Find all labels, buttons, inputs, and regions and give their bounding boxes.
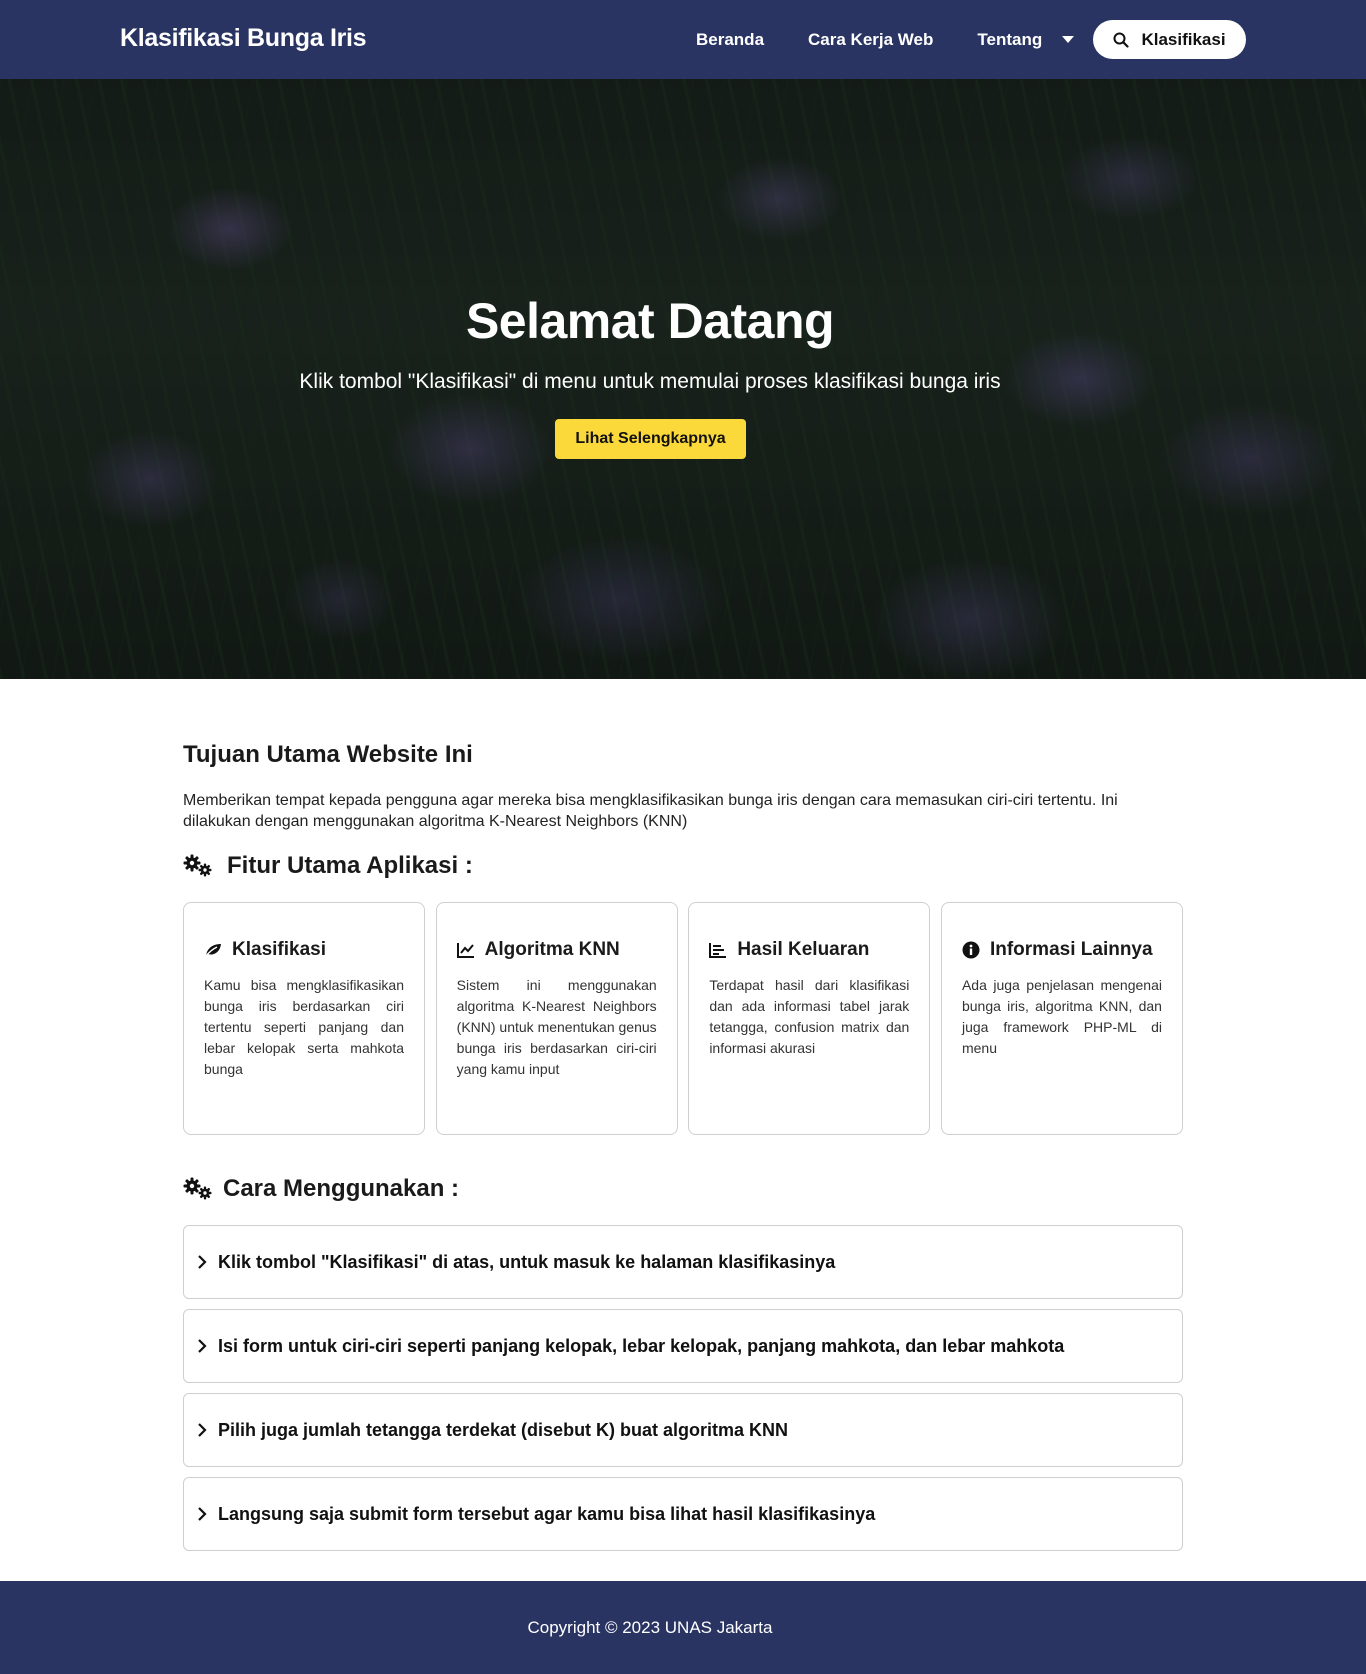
caret-down-icon — [1062, 36, 1075, 43]
feature-cards: Klasifikasi Kamu bisa mengklasifikasikan… — [183, 902, 1183, 1135]
feature-card-title: Informasi Lainnya — [962, 939, 1162, 961]
nav-dropdown-label: Tentang — [977, 29, 1043, 49]
footer: Copyright © 2023 UNAS Jakarta — [0, 1581, 1366, 1674]
feature-card-text: Terdapat hasil dari klasifikasi dan ada … — [709, 977, 910, 1056]
chevron-right-icon — [198, 1339, 207, 1353]
feature-card-text: Kamu bisa mengklasifikasikan bunga iris … — [204, 977, 404, 1077]
hero-banner: Selamat Datang Klik tombol "Klasifikasi"… — [0, 79, 1366, 679]
line-chart-icon — [456, 943, 474, 958]
usage-step-3[interactable]: Pilih juga jumlah tetangga terdekat (dis… — [183, 1393, 1183, 1467]
feature-card-klasifikasi: Klasifikasi Kamu bisa mengklasifikasikan… — [183, 902, 425, 1135]
navbar: Klasifikasi Bunga Iris Beranda Cara Kerj… — [0, 0, 1366, 79]
lihat-selengkapnya-button[interactable]: Lihat Selengkapnya — [555, 419, 746, 459]
intro-title: Tujuan Utama Website Ini — [183, 741, 473, 768]
usage-heading: Cara Menggunakan : — [183, 1175, 459, 1203]
feature-card-title-text: Hasil Keluaran — [737, 939, 870, 960]
search-icon — [1113, 32, 1130, 48]
bar-chart-icon — [709, 943, 727, 958]
chevron-right-icon — [198, 1255, 207, 1269]
feature-card-algoritma-knn: Algoritma KNN Sistem ini menggunakan alg… — [435, 902, 678, 1135]
intro-description: Memberikan tempat kepada pengguna agar m… — [183, 792, 1118, 830]
hero-subtitle: Klik tombol "Klasifikasi" di menu untuk … — [299, 370, 1001, 393]
feature-card-title: Hasil Keluaran — [709, 939, 909, 961]
footer-copyright: Copyright © 2023 UNAS Jakarta — [527, 1617, 773, 1637]
info-circle-icon — [962, 941, 980, 959]
nav-links: Beranda Cara Kerja Web Tentang — [696, 0, 1075, 79]
feature-card-hasil-keluaran: Hasil Keluaran Terdapat hasil dari klasi… — [688, 902, 931, 1135]
usage-step-label: Langsung saja submit form tersebut agar … — [218, 1503, 876, 1524]
klasifikasi-button[interactable]: Klasifikasi — [1093, 20, 1246, 59]
features-heading: Fitur Utama Aplikasi : — [183, 852, 473, 880]
feature-card-text: Sistem ini menggunakan algoritma K-Neare… — [456, 977, 657, 1077]
usage-title: Cara Menggunakan : — [223, 1175, 460, 1202]
chevron-right-icon — [198, 1423, 207, 1437]
usage-step-4[interactable]: Langsung saja submit form tersebut agar … — [183, 1477, 1183, 1551]
hero-title: Selamat Datang — [465, 293, 835, 349]
feature-card-title: Klasifikasi — [204, 939, 404, 961]
klasifikasi-button-label: Klasifikasi — [1141, 29, 1226, 49]
usage-step-2[interactable]: Isi form untuk ciri-ciri seperti panjang… — [183, 1309, 1183, 1383]
feature-card-text: Ada juga penjelasan mengenai bunga iris,… — [961, 977, 1162, 1056]
gears-icon — [183, 854, 212, 877]
gears-icon — [183, 1177, 212, 1200]
feature-card-title: Algoritma KNN — [456, 939, 657, 961]
features-title: Fitur Utama Aplikasi : — [227, 852, 473, 879]
usage-step-label: Isi form untuk ciri-ciri seperti panjang… — [218, 1335, 1065, 1356]
usage-step-label: Pilih juga jumlah tetangga terdekat (dis… — [218, 1419, 789, 1440]
feature-card-title-text: Algoritma KNN — [484, 939, 620, 960]
feature-card-title-text: Informasi Lainnya — [989, 939, 1153, 960]
feature-card-informasi-lainnya: Informasi Lainnya Ada juga penjelasan me… — [940, 902, 1183, 1135]
hero-content: Selamat Datang Klik tombol "Klasifikasi"… — [0, 79, 1300, 679]
nav-link-beranda[interactable]: Beranda — [696, 30, 764, 50]
nav-dropdown-tentang[interactable]: Tentang — [977, 29, 1075, 50]
leaf-icon — [204, 944, 221, 958]
chevron-right-icon — [198, 1507, 207, 1521]
brand-title[interactable]: Klasifikasi Bunga Iris — [120, 24, 367, 53]
usage-step-label: Klik tombol "Klasifikasi" di atas, untuk… — [218, 1251, 836, 1272]
usage-step-1[interactable]: Klik tombol "Klasifikasi" di atas, untuk… — [183, 1225, 1183, 1299]
nav-link-cara-kerja-web[interactable]: Cara Kerja Web — [808, 30, 933, 50]
feature-card-title-text: Klasifikasi — [232, 939, 326, 960]
